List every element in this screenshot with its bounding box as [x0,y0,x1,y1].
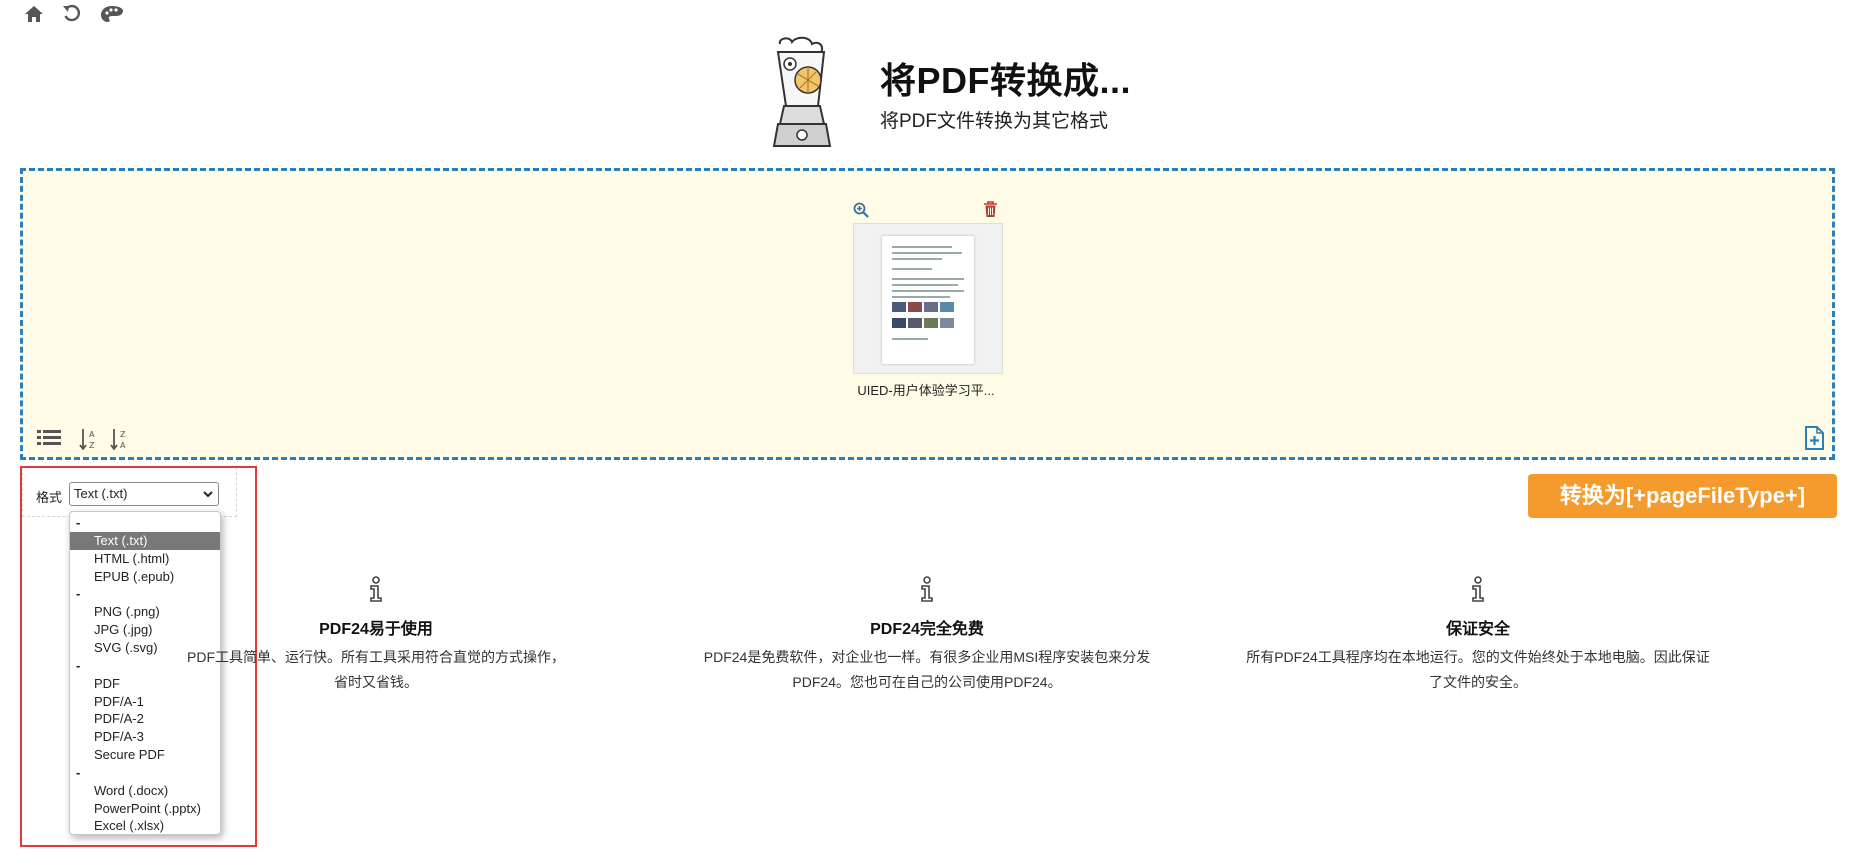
convert-button[interactable]: 转换为[+pageFileType+] [1528,474,1837,518]
palette-icon[interactable] [100,4,124,24]
info-icon [367,576,385,607]
page-title: 将PDF转换成... [880,60,1132,101]
page-subtitle: 将PDF文件转换为其它格式 [880,111,1109,132]
top-toolbar [24,4,124,24]
trash-icon[interactable] [983,201,998,223]
blender-mascot-icon [760,34,850,152]
feature-title: PDF24完全免费 [870,621,984,638]
feature-description: PDF24是免费软件，对企业也一样。有很多企业用MSI程序安装包来分发 PDF24… [657,645,1197,695]
sort-az-icon[interactable]: AZ [79,428,99,455]
info-icon [1469,576,1487,607]
feature-description: 所有PDF24工具程序均在本地运行。您的文件始终处于本地电脑。因此保证 了文件的安… [1208,645,1748,695]
file-thumbnail[interactable] [853,223,1003,374]
svg-text:A: A [89,430,95,439]
file-name-label: UIED-用户体验学习平... [857,383,995,398]
feature-description-line: PDF24是免费软件，对企业也一样。有很多企业用MSI程序安装包来分发 [703,649,1151,665]
home-icon[interactable] [24,4,44,24]
feature-description-line: 所有PDF24工具程序均在本地运行。您的文件始终处于本地电脑。因此保证 [1246,649,1710,665]
feature-title: 保证安全 [1445,621,1510,638]
feature-description-line: PDF工具简单、运行快。所有工具采用符合直觉的方式操作， [187,649,565,665]
pdf-page-preview [882,236,974,364]
feature-description-line: PDF24。您也可在自己的公司使用PDF24。 [792,674,1062,690]
list-view-icon[interactable] [37,429,61,452]
zoom-in-icon[interactable] [853,202,869,223]
svg-text:Z: Z [89,441,95,450]
undo-icon[interactable] [62,4,82,24]
info-icon [918,576,936,607]
feature-description: PDF工具简单、运行快。所有工具采用符合直觉的方式操作， 省时又省钱。 [106,645,646,695]
sort-za-icon[interactable]: ZA [110,428,130,455]
feature-description-line: 省时又省钱。 [334,674,418,690]
feature-description-line: 了文件的安全。 [1429,674,1527,690]
svg-text:Z: Z [120,430,126,439]
feature-title: PDF24易于使用 [319,621,433,638]
svg-text:A: A [120,441,126,450]
add-file-icon[interactable] [1804,426,1824,455]
